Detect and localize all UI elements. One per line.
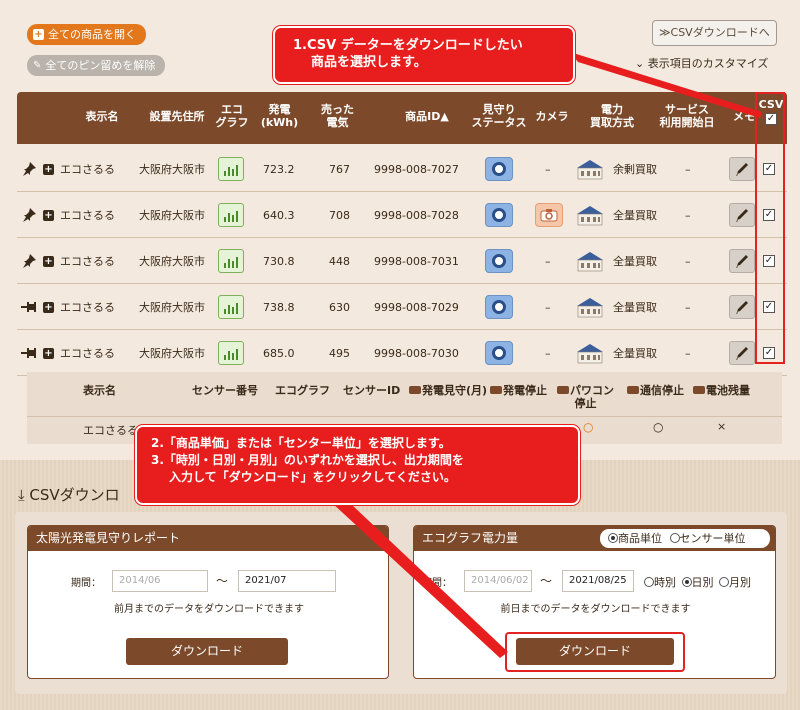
callout-step1: 1.CSV データーをダウンロードしたい 商品を選択します。 — [273, 26, 575, 84]
callout2-line3: 入力して「ダウンロード」をクリックしてください。 — [169, 470, 456, 484]
callout2-line1: 2.「商品単価」または「センター単位」を選択します。 — [151, 436, 451, 450]
callout2-line2: 3.「時別・日別・月別」のいずれかを選択し、出力期間を — [151, 453, 464, 467]
annotation-arrows — [305, 52, 762, 658]
callout-step2-3: 2.「商品単価」または「センター単位」を選択します。 3.「時別・日別・月別」の… — [135, 425, 580, 505]
callout1-line1: 1.CSV データーをダウンロードしたい — [293, 38, 523, 53]
callout1-line2: 商品を選択します。 — [311, 55, 427, 70]
